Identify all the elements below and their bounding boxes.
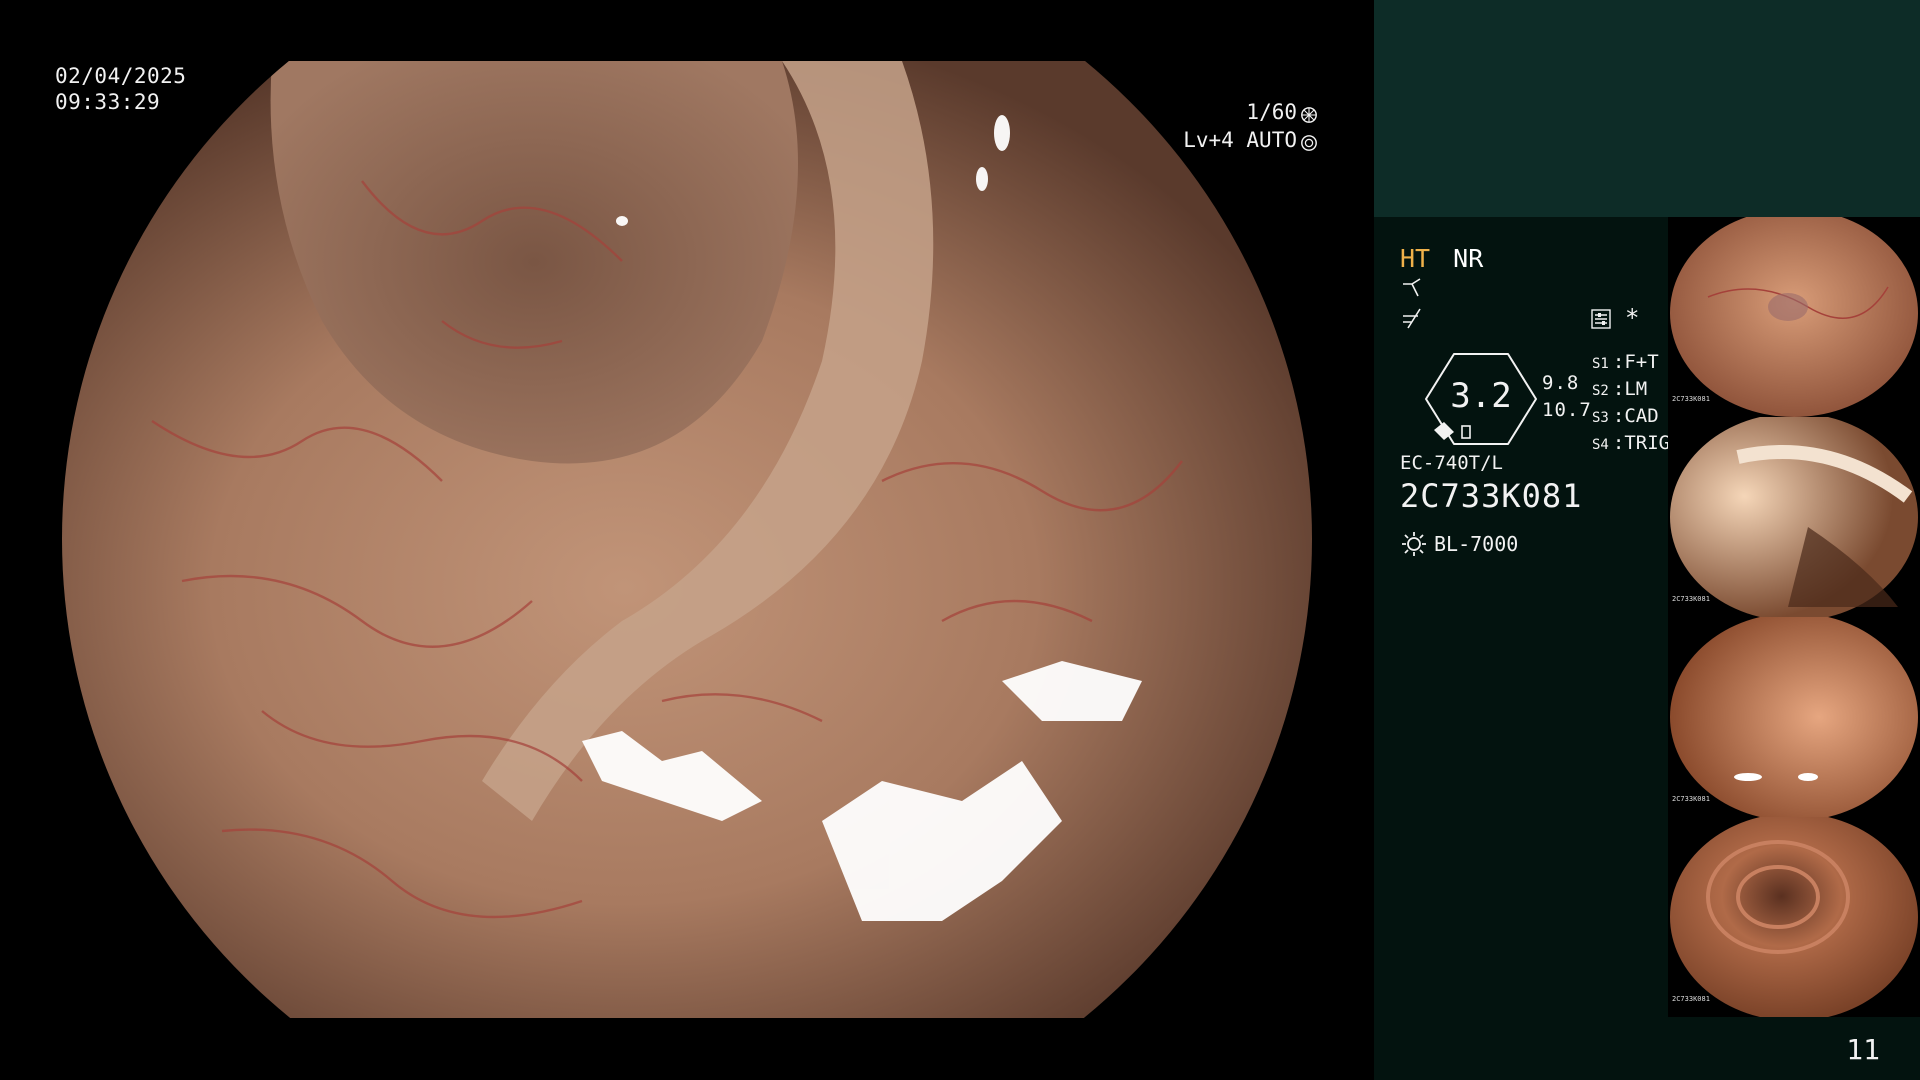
date-text: 02/04/2025: [55, 64, 187, 88]
scope-value-1: 9.8: [1542, 372, 1580, 394]
iris-mode-text: Lv+4 AUTO: [1183, 128, 1297, 152]
scope-settings: HT NR * 3.2 9.8 10.7 S1:F+T S2:LM S3:…: [1400, 240, 1680, 570]
light-source-text: BL-7000: [1434, 532, 1519, 556]
iris-icon: [1300, 131, 1318, 151]
switch-row: S2:LM: [1592, 378, 1648, 400]
scope-values: 9.8 10.7: [1542, 370, 1592, 424]
captured-thumbnails: 2C733K081 2C733K081 2C733K081 2C733K081: [1668, 217, 1920, 1017]
mode-ht: HT: [1400, 244, 1431, 273]
page-number: 11: [1846, 1033, 1880, 1066]
star-marker: *: [1625, 304, 1640, 332]
light-source-icon: [1400, 530, 1428, 558]
thumbnail-serial: 2C733K081: [1672, 395, 1710, 403]
light-source: BL-7000: [1400, 530, 1518, 558]
thumbnail[interactable]: 2C733K081: [1668, 817, 1920, 1017]
settings-icon: [1590, 308, 1612, 330]
switch-row: S3:CAD: [1592, 405, 1659, 427]
time-text: 09:33:29: [55, 90, 161, 114]
switch-assignments: S1:F+T S2:LM S3:CAD S4:TRIG: [1592, 350, 1670, 458]
thumbnail[interactable]: 2C733K081: [1668, 617, 1920, 817]
scope-model: EC-740T/L: [1400, 452, 1503, 474]
thumbnail-serial: 2C733K081: [1672, 795, 1710, 803]
endoscopy-screen: 02/04/2025 09:33:29 1/60 Lv+4 AUTO HT NR…: [0, 0, 1920, 1080]
thumbnail-serial: 2C733K081: [1672, 595, 1710, 603]
contrast-enhance-icon: [1400, 306, 1426, 330]
thumbnail[interactable]: 2C733K081: [1668, 217, 1920, 417]
shutter-text: 1/60: [1246, 100, 1297, 124]
exposure-readout: 1/60 Lv+4 AUTO: [1183, 98, 1318, 154]
switch-row: S1:F+T: [1592, 351, 1659, 373]
scope-shape-indicator: 3.2: [1424, 352, 1538, 446]
thumbnail[interactable]: 2C733K081: [1668, 417, 1920, 617]
scope-value-2: 10.7: [1542, 399, 1592, 421]
mode-nr: NR: [1453, 244, 1484, 273]
scope-serial: 2C733K081: [1400, 477, 1583, 515]
panel-top-band: [1374, 0, 1920, 217]
switch-row: S4:TRIG: [1592, 432, 1671, 454]
main-endoscopic-view: 02/04/2025 09:33:29 1/60 Lv+4 AUTO: [0, 0, 1374, 1080]
colon-mucosa-image: [62, 61, 1312, 1018]
timestamp: 02/04/2025 09:33:29: [55, 63, 186, 115]
shutter-icon: [1300, 103, 1318, 123]
structure-enhance-icon: [1400, 276, 1426, 300]
thumbnail-serial: 2C733K081: [1672, 995, 1710, 1003]
scope-shape-value: 3.2: [1450, 376, 1512, 416]
image-modes: HT NR: [1400, 244, 1483, 273]
